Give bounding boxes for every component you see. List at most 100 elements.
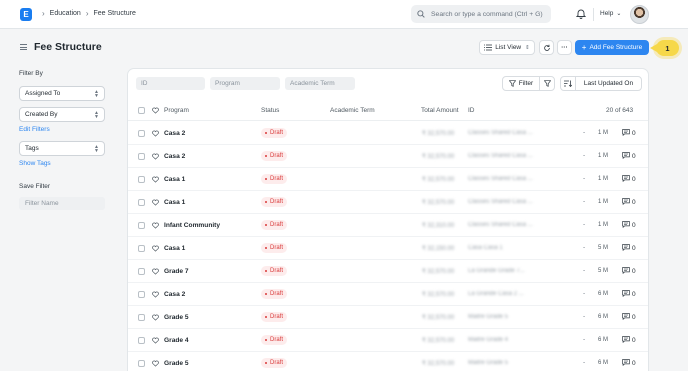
- row-checkbox[interactable]: [138, 314, 145, 321]
- row-program[interactable]: Casa 2: [164, 130, 185, 137]
- table-row[interactable]: Casa 2 Draft ₹ 32,570.00 La Grande Casa 2 .…: [128, 283, 648, 306]
- row-checkbox[interactable]: [138, 337, 145, 344]
- row-comments[interactable]: 0: [622, 290, 636, 299]
- row-id[interactable]: Classes Shared Casa ...: [468, 153, 533, 159]
- table-row[interactable]: Grade 5 Draft ₹ 32,570.00 Maitre Grade 5 - 6 …: [128, 306, 648, 329]
- add-fee-structure-button[interactable]: + Add Fee Structure: [575, 40, 649, 55]
- table-row[interactable]: Infant Community Draft ₹ 32,310.00 Classes …: [128, 214, 648, 237]
- row-comments[interactable]: 0: [622, 198, 636, 207]
- heart-icon[interactable]: [152, 291, 159, 300]
- row-checkbox[interactable]: [138, 360, 145, 367]
- row-id[interactable]: Maitre Grade 4: [468, 337, 508, 343]
- row-checkbox[interactable]: [138, 130, 145, 137]
- heart-icon[interactable]: [152, 130, 159, 139]
- heart-icon[interactable]: [152, 107, 159, 114]
- row-id[interactable]: Classes Shared Casa ...: [468, 130, 533, 136]
- row-id[interactable]: Classes Shared Casa ...: [468, 199, 533, 205]
- row-checkbox[interactable]: [138, 291, 145, 298]
- table-row[interactable]: Casa 1 Draft ₹ 32,150.00 Casa Casa 1 - 5 M 0: [128, 237, 648, 260]
- table-row[interactable]: Casa 2 Draft ₹ 32,570.00 Classes Shared Cas…: [128, 145, 648, 168]
- row-comments[interactable]: 0: [622, 244, 636, 253]
- table-row[interactable]: Casa 2 Draft ₹ 32,570.00 Classes Shared Cas…: [128, 122, 648, 145]
- table-row[interactable]: Grade 5 Draft ₹ 32,570.00 Maitre Grade 5 - 6 …: [128, 352, 648, 371]
- sort-direction-button[interactable]: [560, 76, 576, 91]
- row-program[interactable]: Casa 1: [164, 245, 185, 252]
- row-comments[interactable]: 0: [622, 175, 636, 184]
- row-checkbox[interactable]: [138, 222, 145, 229]
- status-badge: Draft: [261, 220, 288, 230]
- tags-select[interactable]: Tags ▲ ▼: [19, 141, 105, 156]
- row-program[interactable]: Grade 7: [164, 268, 189, 275]
- table-row[interactable]: Casa 1 Draft ₹ 32,570.00 Classes Shared Cas…: [128, 168, 648, 191]
- heart-icon[interactable]: [152, 314, 159, 323]
- column-program[interactable]: Program: [164, 107, 189, 114]
- column-status[interactable]: Status: [261, 107, 279, 114]
- column-id[interactable]: ID: [468, 107, 475, 114]
- row-comments[interactable]: 0: [622, 313, 636, 322]
- filter-name-input[interactable]: Filter Name: [19, 197, 105, 210]
- row-program[interactable]: Casa 1: [164, 176, 185, 183]
- row-checkbox[interactable]: [138, 199, 145, 206]
- created-by-select[interactable]: Created By ▲ ▼: [19, 107, 105, 122]
- search-bar[interactable]: Search or type a command (Ctrl + G): [411, 5, 551, 23]
- row-checkbox[interactable]: [138, 176, 145, 183]
- heart-icon[interactable]: [152, 245, 159, 254]
- row-id[interactable]: Classes Shared Casa ...: [468, 222, 533, 228]
- row-id[interactable]: Maitre Grade 5: [468, 360, 508, 366]
- heart-icon[interactable]: [152, 268, 159, 277]
- bell-icon[interactable]: [576, 8, 586, 19]
- row-checkbox[interactable]: [138, 153, 145, 160]
- row-id[interactable]: La Grande Casa 2 ...: [468, 291, 524, 297]
- id-filter-input[interactable]: ID: [136, 77, 205, 90]
- heart-icon[interactable]: [152, 222, 159, 231]
- column-total-amount[interactable]: Total Amount: [421, 107, 459, 114]
- row-comments[interactable]: 0: [622, 336, 636, 345]
- row-comments[interactable]: 0: [622, 221, 636, 230]
- row-id[interactable]: Casa Casa 1: [468, 245, 503, 251]
- heart-icon[interactable]: [152, 337, 159, 346]
- row-program[interactable]: Grade 5: [164, 314, 189, 321]
- row-comments[interactable]: 0: [622, 267, 636, 276]
- edit-filters-link[interactable]: Edit Filters: [19, 126, 105, 133]
- breadcrumb-fee-structure[interactable]: Fee Structure: [93, 10, 135, 17]
- column-academic-term[interactable]: Academic Term: [330, 107, 375, 114]
- heart-icon[interactable]: [152, 360, 159, 369]
- row-id[interactable]: Classes Shared Casa ...: [468, 176, 533, 182]
- row-program[interactable]: Casa 2: [164, 153, 185, 160]
- avatar[interactable]: [630, 5, 649, 24]
- table-row[interactable]: Casa 1 Draft ₹ 32,570.00 Classes Shared Cas…: [128, 191, 648, 214]
- help-menu[interactable]: Help ⌄: [600, 10, 621, 17]
- sidebar-toggle-icon[interactable]: [20, 43, 27, 51]
- row-comments[interactable]: 0: [622, 129, 636, 138]
- table-row[interactable]: Grade 7 Draft ₹ 32,570.00 La Grande Grade 7…: [128, 260, 648, 283]
- row-checkbox[interactable]: [138, 245, 145, 252]
- clear-filter-button[interactable]: [539, 76, 555, 91]
- row-comments[interactable]: 0: [622, 359, 636, 368]
- row-program[interactable]: Casa 2: [164, 291, 185, 298]
- row-program[interactable]: Infant Community: [164, 222, 220, 229]
- more-actions-button[interactable]: ···: [557, 40, 572, 55]
- row-program[interactable]: Grade 4: [164, 337, 189, 344]
- academic-term-filter-input[interactable]: Academic Term: [285, 77, 355, 90]
- row-id[interactable]: Maitre Grade 5: [468, 314, 508, 320]
- program-filter-input[interactable]: Program: [210, 77, 280, 90]
- row-id[interactable]: La Grande Grade 7...: [468, 268, 525, 274]
- heart-icon[interactable]: [152, 176, 159, 185]
- select-all-checkbox[interactable]: [138, 107, 145, 114]
- heart-icon[interactable]: [152, 199, 159, 208]
- filter-button[interactable]: Filter: [502, 76, 540, 91]
- row-checkbox[interactable]: [138, 268, 145, 275]
- sort-by-button[interactable]: Last Updated On: [575, 76, 642, 91]
- row-comments[interactable]: 0: [622, 152, 636, 161]
- list-view-button[interactable]: List View ⇕: [479, 40, 535, 55]
- row-program[interactable]: Grade 5: [164, 360, 189, 367]
- status-dot-icon: [265, 132, 267, 134]
- table-row[interactable]: Grade 4 Draft ₹ 32,570.00 Maitre Grade 4 - 6 …: [128, 329, 648, 352]
- app-logo[interactable]: E: [20, 8, 32, 21]
- refresh-button[interactable]: [539, 40, 554, 55]
- row-program[interactable]: Casa 1: [164, 199, 185, 206]
- show-tags-link[interactable]: Show Tags: [19, 160, 105, 167]
- assigned-to-select[interactable]: Assigned To ▲ ▼: [19, 86, 105, 101]
- breadcrumb-education[interactable]: Education: [50, 10, 81, 17]
- heart-icon[interactable]: [152, 153, 159, 162]
